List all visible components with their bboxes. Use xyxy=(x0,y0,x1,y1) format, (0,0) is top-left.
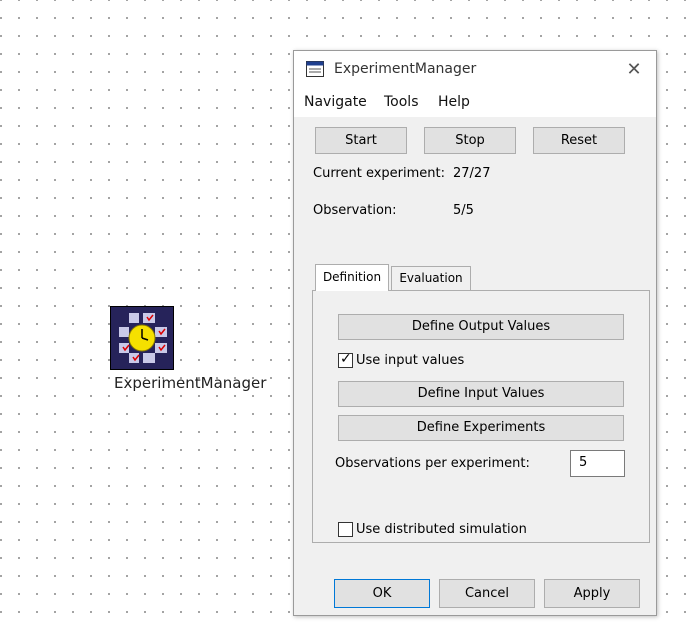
menu-navigate[interactable]: Navigate xyxy=(304,94,367,110)
tab-evaluation[interactable]: Evaluation xyxy=(391,266,471,290)
current-experiment-value: 27/27 xyxy=(453,166,491,181)
tab-definition[interactable]: Definition xyxy=(315,264,389,291)
use-input-values-label: Use input values xyxy=(356,353,465,368)
check-icon: ✓ xyxy=(340,351,352,367)
cancel-button[interactable]: Cancel xyxy=(439,579,535,608)
define-input-values-button[interactable]: Define Input Values xyxy=(338,381,624,407)
start-button[interactable]: Start xyxy=(315,127,407,154)
menu-tools[interactable]: Tools xyxy=(384,94,419,110)
window-app-icon xyxy=(306,61,324,77)
window-title: ExperimentManager xyxy=(334,61,477,77)
menu-help[interactable]: Help xyxy=(438,94,470,110)
observation-value: 5/5 xyxy=(453,203,474,218)
canvas-object-experiment-manager[interactable]: ExperimentManager xyxy=(110,306,280,396)
experiment-manager-dialog: ExperimentManager ✕ Navigate Tools Help … xyxy=(293,50,657,616)
current-experiment-label: Current experiment: xyxy=(313,166,446,181)
observations-per-experiment-label: Observations per experiment: xyxy=(335,456,530,471)
define-output-values-button[interactable]: Define Output Values xyxy=(338,314,624,340)
definition-panel: Define Output Values ✓ Use input values … xyxy=(312,290,650,543)
close-icon[interactable]: ✕ xyxy=(620,57,648,83)
use-distributed-simulation-checkbox[interactable] xyxy=(338,522,353,537)
experiment-manager-icon[interactable] xyxy=(110,306,174,370)
ok-button[interactable]: OK xyxy=(334,579,430,608)
canvas-object-label: ExperimentManager xyxy=(114,374,267,392)
define-experiments-button[interactable]: Define Experiments xyxy=(338,415,624,441)
use-distributed-simulation-label: Use distributed simulation xyxy=(356,522,527,537)
title-bar[interactable]: ExperimentManager ✕ xyxy=(294,51,656,89)
apply-button[interactable]: Apply xyxy=(544,579,640,608)
observations-per-experiment-input[interactable]: 5 xyxy=(570,450,625,477)
stop-button[interactable]: Stop xyxy=(424,127,516,154)
reset-button[interactable]: Reset xyxy=(533,127,625,154)
use-input-values-checkbox[interactable]: ✓ xyxy=(338,351,353,368)
observation-label: Observation: xyxy=(313,203,397,218)
menu-bar: Navigate Tools Help xyxy=(294,89,656,117)
